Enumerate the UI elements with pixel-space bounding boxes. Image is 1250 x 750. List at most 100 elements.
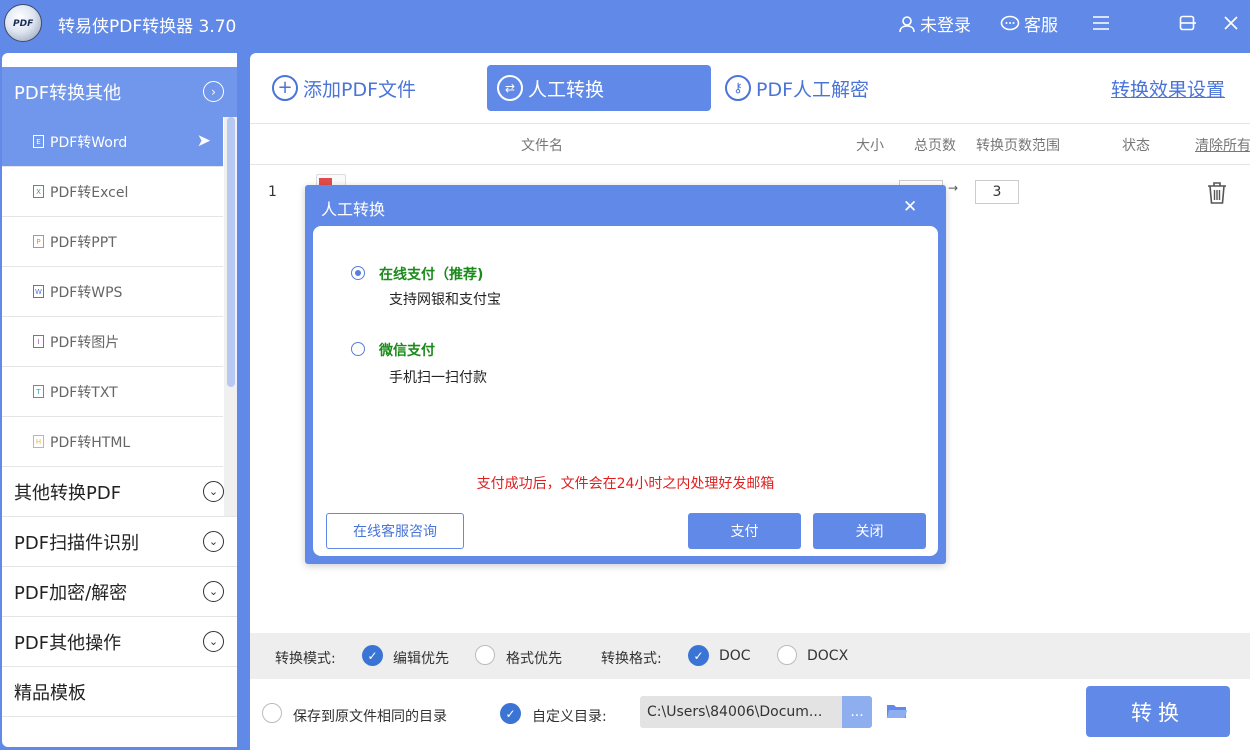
close-window-button[interactable] [1218,10,1244,36]
key-icon: ⚷ [725,75,751,101]
html-file-icon: H [33,435,44,448]
same-dir-label: 保存到原文件相同的目录 [293,709,447,725]
chevron-down-icon: ⌄ [203,631,224,652]
wps-file-icon: W [33,285,44,298]
login-label: 未登录 [920,16,971,36]
arrow-right-icon: → [948,181,959,195]
format-docx-radio[interactable] [777,645,797,665]
sidebar-item-pdf-to-wps[interactable]: W PDF转WPS [2,267,223,317]
sidebar-category-label: 精品模板 [14,682,86,704]
manual-convert-dialog: 人工转换 ✕ 在线支付（推荐) 支持网银和支付宝 微信支付 手机扫一扫付款 支付… [305,185,946,564]
same-dir-radio[interactable] [262,703,282,723]
sidebar-category-label: PDF其他操作 [14,632,122,654]
excel-file-icon: X [33,185,44,198]
output-path-field[interactable]: C:\Users\84006\Docum... [640,696,842,728]
swap-icon: ⇄ [497,75,523,101]
sidebar-scrollbar[interactable] [224,117,237,517]
sidebar-category-ocr[interactable]: PDF扫描件识别 ⌄ [2,517,237,567]
chevron-right-icon: › [203,81,224,102]
online-pay-radio[interactable] [351,266,365,280]
sidebar-category-templates[interactable]: 精品模板 [2,667,237,717]
format-doc-checkbox[interactable]: ✓ [688,645,709,666]
online-pay-desc: 支持网银和支付宝 [389,292,501,308]
sidebar-item-pdf-to-word[interactable]: E PDF转Word ➤ [2,117,223,167]
logo-text: PDF [13,19,34,29]
wechat-pay-desc: 手机扫一扫付款 [389,370,487,386]
payment-note: 支付成功后，文件会在24小时之内处理好发邮箱 [476,476,775,492]
pay-button[interactable]: 支付 [688,513,801,549]
conversion-options-bar: 转换模式: ✓ 编辑优先 格式优先 转换格式: ✓ DOC DOCX [250,633,1250,679]
wechat-pay-radio[interactable] [351,342,365,356]
range-end-input[interactable]: 3 [975,180,1019,204]
sidebar-item-label: PDF转HTML [50,434,131,451]
sidebar-item-pdf-to-txt[interactable]: T PDF转TXT [2,367,223,417]
sidebar-category-label: PDF扫描件识别 [14,532,140,554]
title-bar: PDF 转易侠PDF转换器 3.70 未登录 客服 [0,0,1250,50]
col-pages: 总页数 [914,138,956,154]
toolbar: + 添加PDF文件 ⇄ 人工转换 ⚷ PDF人工解密 转换效果设置 [250,53,1250,123]
dialog-close-button[interactable]: ✕ [903,197,917,217]
wechat-pay-label[interactable]: 微信支付 [379,340,435,360]
app-logo: PDF [4,4,42,42]
plus-icon: + [272,75,298,101]
word-file-icon: E [33,135,44,148]
manual-decrypt-button[interactable]: ⚷ PDF人工解密 [725,65,869,111]
delete-row-button[interactable] [1206,181,1228,205]
sidebar-category-other-ops[interactable]: PDF其他操作 ⌄ [2,617,237,667]
output-directory-bar: 保存到原文件相同的目录 ✓ 自定义目录: C:\Users\84006\Docu… [250,679,1250,750]
row-index: 1 [268,184,277,200]
menu-button[interactable] [1088,10,1114,36]
user-icon [899,15,915,32]
chevron-down-icon: ⌄ [203,531,224,552]
online-pay-label[interactable]: 在线支付（推荐) [379,264,483,284]
close-button[interactable]: 关闭 [813,513,926,549]
maximize-button[interactable] [1174,10,1200,36]
conversion-settings-link[interactable]: 转换效果设置 [1111,75,1225,102]
custom-dir-checkbox[interactable]: ✓ [500,703,521,724]
sidebar-category-other-to-pdf[interactable]: 其他转换PDF ⌄ [2,467,237,517]
consult-button[interactable]: 在线客服咨询 [326,513,464,549]
scrollbar-thumb[interactable] [227,117,235,387]
mode-edit-label: 编辑优先 [393,651,449,667]
sidebar-category-label: PDF加密/解密 [14,582,128,604]
sidebar-category-label: PDF转换其他 [14,83,122,104]
app-title: 转易侠PDF转换器 3.70 [58,17,237,37]
col-range: 转换页数范围 [976,138,1060,154]
close-icon: ✕ [903,197,918,217]
format-docx-label: DOCX [807,648,849,664]
open-folder-button[interactable] [886,702,908,720]
sidebar-item-pdf-to-image[interactable]: I PDF转图片 [2,317,223,367]
clear-all-link[interactable]: 清除所有 [1195,135,1250,155]
sidebar-item-pdf-to-excel[interactable]: X PDF转Excel [2,167,223,217]
mode-edit-checkbox[interactable]: ✓ [362,645,383,666]
add-pdf-button[interactable]: + 添加PDF文件 [272,65,416,111]
manual-convert-tab[interactable]: ⇄ 人工转换 [487,65,711,111]
sidebar-category-pdf-to-other[interactable]: PDF转换其他 › [2,67,237,117]
sidebar-item-label: PDF转图片 [50,334,120,351]
dialog-title: 人工转换 [321,200,386,219]
chat-icon [1000,15,1020,30]
sidebar-item-label: PDF转Excel [50,184,129,201]
service-button[interactable]: 客服 [1000,11,1058,36]
login-button[interactable]: 未登录 [898,11,971,36]
convert-button[interactable]: 转换 [1086,686,1230,737]
manual-convert-label: 人工转换 [528,78,605,101]
chevron-down-icon: ⌄ [203,581,224,602]
sidebar-category-encrypt[interactable]: PDF加密/解密 ⌄ [2,567,237,617]
mode-label: 转换模式: [275,651,336,667]
col-size: 大小 [856,138,884,154]
sidebar-category-label: 其他转换PDF [14,482,122,504]
browse-button[interactable]: ... [842,696,872,728]
sidebar-item-pdf-to-ppt[interactable]: P PDF转PPT [2,217,223,267]
folder-icon [887,705,907,718]
chevron-down-icon: ⌄ [203,481,224,502]
trash-icon [1208,182,1226,204]
sidebar-item-label: PDF转PPT [50,234,117,251]
sidebar-item-label: PDF转WPS [50,284,123,301]
col-filename: 文件名 [521,138,563,154]
mode-format-radio[interactable] [475,645,495,665]
close-icon [1224,16,1238,30]
sidebar: PDF转换其他 › E PDF转Word ➤ X PDF转Excel P PDF… [2,53,237,747]
sidebar-item-pdf-to-html[interactable]: H PDF转HTML [2,417,223,467]
arrow-right-icon: ➤ [196,131,211,151]
